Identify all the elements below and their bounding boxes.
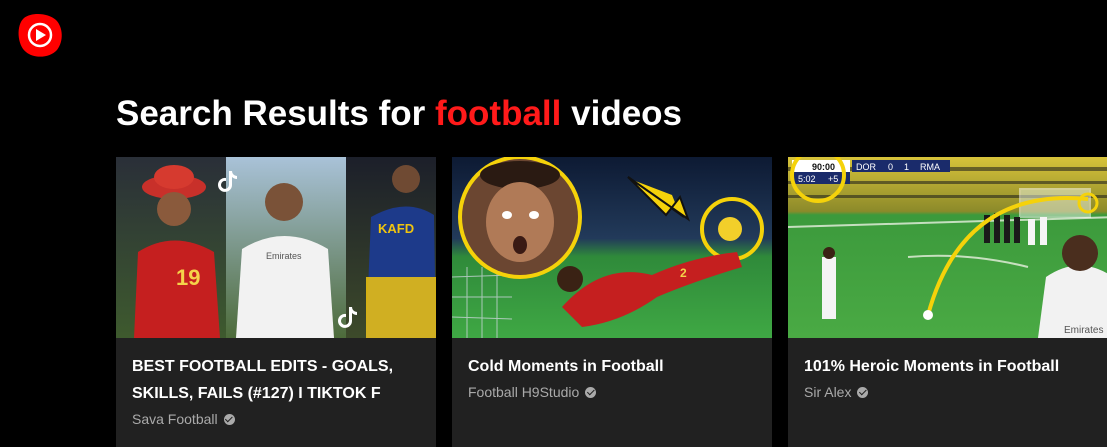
channel-name-row[interactable]: Football H9Studio <box>468 384 597 400</box>
search-results-heading: Search Results for football videos <box>116 92 682 136</box>
away-score: 1 <box>904 162 909 172</box>
youtube-play-icon <box>18 14 62 57</box>
youtube-logo[interactable] <box>14 10 64 60</box>
video-title[interactable]: BEST FOOTBALL EDITS - GOALS, SKILLS, FAI… <box>116 353 436 407</box>
video-title[interactable]: 101% Heroic Moments in Football <box>788 353 1107 380</box>
away-team: RMA <box>920 162 940 172</box>
video-title[interactable]: Cold Moments in Football <box>452 353 772 380</box>
video-thumbnail[interactable]: 2 <box>452 157 772 338</box>
video-thumbnail[interactable]: Emirates 90:00 5:02 +5 DOR 0 1 RMA <box>788 157 1107 338</box>
video-card[interactable]: 19 Emirates KAFD BEST FOOTBALL EDITS - G… <box>116 157 436 447</box>
channel-name-row[interactable]: Sava Football <box>132 411 235 427</box>
channel-name[interactable]: Sir Alex <box>804 384 851 400</box>
home-team: DOR <box>856 162 877 172</box>
verified-check-icon <box>223 413 235 425</box>
thumbnail-image: 2 <box>452 157 772 338</box>
thumbnail-image: Emirates 90:00 5:02 +5 DOR 0 1 RMA <box>788 157 1107 338</box>
channel-name[interactable]: Football H9Studio <box>468 384 579 400</box>
match-clock: 90:00 <box>812 162 835 172</box>
heading-prefix: Search Results for <box>116 94 426 133</box>
thumbnail-image: 19 Emirates KAFD <box>116 157 436 338</box>
video-thumbnail[interactable]: 19 Emirates KAFD <box>116 157 436 338</box>
added-time: +5 <box>828 174 838 184</box>
home-score: 0 <box>888 162 893 172</box>
svg-text:19: 19 <box>176 265 200 290</box>
svg-text:Emirates: Emirates <box>266 251 302 261</box>
svg-text:KAFD: KAFD <box>378 221 414 236</box>
channel-name-row[interactable]: Sir Alex <box>804 384 869 400</box>
verified-check-icon <box>857 386 869 398</box>
extra-clock: 5:02 <box>798 174 816 184</box>
verified-check-icon <box>585 386 597 398</box>
search-keyword: football <box>435 94 562 133</box>
svg-text:2: 2 <box>680 266 687 280</box>
video-card[interactable]: 2 Cold Moments in Football Football H9St… <box>452 157 772 447</box>
video-card[interactable]: Emirates 90:00 5:02 +5 DOR 0 1 RMA 101% … <box>788 157 1107 447</box>
svg-text:Emirates: Emirates <box>1064 325 1103 336</box>
channel-name[interactable]: Sava Football <box>132 411 218 427</box>
heading-suffix: videos <box>571 94 683 133</box>
